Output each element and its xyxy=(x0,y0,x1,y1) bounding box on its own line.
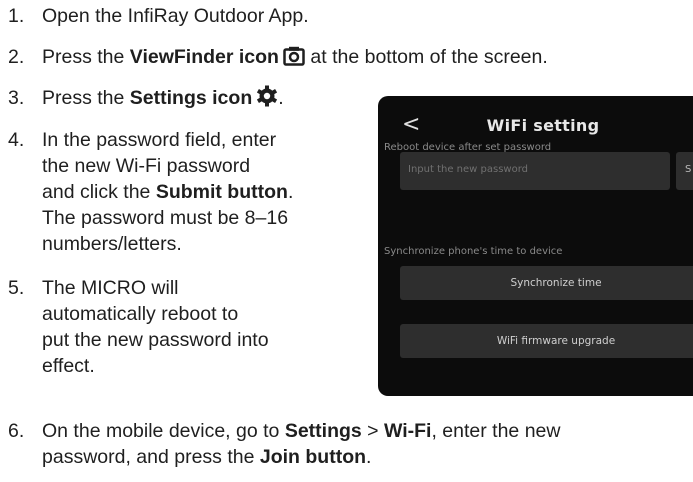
step-text: On the mobile device, go to Settings > W… xyxy=(42,420,561,468)
screen-title: WiFi setting xyxy=(486,116,600,135)
step-text: The MICRO will automatically reboot to p… xyxy=(42,277,269,377)
step-2: 2. Press the ViewFinder icon at the bott… xyxy=(8,44,548,73)
step-number: 5. xyxy=(8,277,25,299)
step-3: 3. Press the Settings icon. xyxy=(8,85,284,114)
wifi-firmware-upgrade-button[interactable]: WiFi firmware upgrade xyxy=(400,324,693,358)
password-input[interactable]: Input the new password xyxy=(400,152,670,190)
phone-screenshot: < WiFi setting Reboot device after set p… xyxy=(378,96,693,396)
step-5: 5. The MICRO will automatically reboot t… xyxy=(8,275,269,379)
step-text: Press the ViewFinder icon at the bottom … xyxy=(42,44,548,73)
sync-label: Synchronize phone's time to device xyxy=(384,246,563,257)
step-text: Open the InfiRay Outdoor App. xyxy=(42,5,309,27)
step-number: 2. xyxy=(8,46,25,68)
password-placeholder: Input the new password xyxy=(408,164,528,175)
step-6: 6. On the mobile device, go to Settings … xyxy=(8,418,560,470)
step-text: In the password field, enter the new Wi-… xyxy=(42,129,294,255)
step-text: Press the Settings icon. xyxy=(42,85,284,114)
submit-button[interactable]: S xyxy=(676,152,693,190)
step-number: 6. xyxy=(8,420,25,442)
settings-gear-icon xyxy=(256,85,278,114)
step-number: 4. xyxy=(8,129,25,151)
step-number: 3. xyxy=(8,87,25,109)
synchronize-time-button[interactable]: Synchronize time xyxy=(400,266,693,300)
step-number: 1. xyxy=(8,5,25,27)
viewfinder-icon xyxy=(283,46,305,73)
step-4: 4. In the password field, enter the new … xyxy=(8,127,293,257)
step-1: 1. Open the InfiRay Outdoor App. xyxy=(8,3,309,29)
